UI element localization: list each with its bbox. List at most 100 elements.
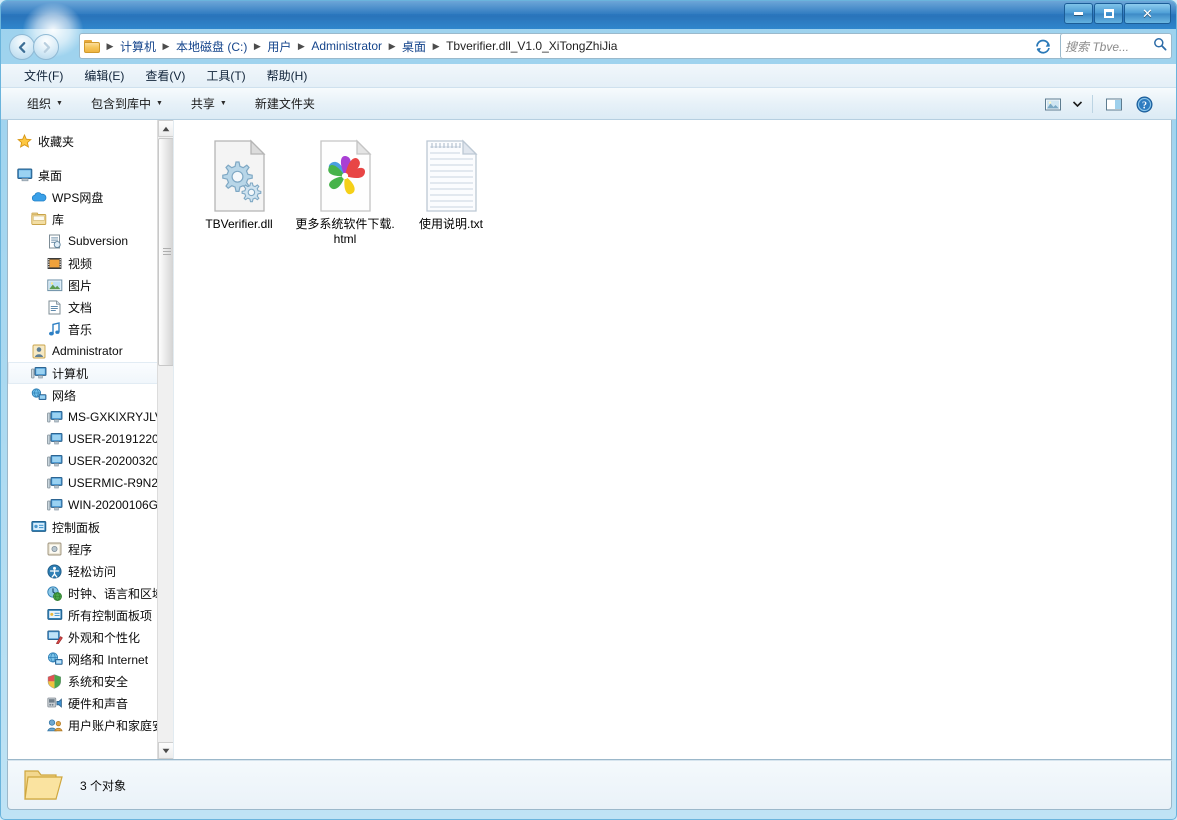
back-button[interactable] [9,34,35,60]
music-icon [46,321,63,337]
dll-gears-icon [207,138,271,214]
sidebar-item-programs[interactable]: 程序 [8,538,173,560]
video-icon [46,255,63,271]
sidebar-item-hardware-sound[interactable]: 硬件和声音 [8,692,173,714]
sidebar-item-computer[interactable]: 计算机 [8,362,173,384]
system-security-icon [46,673,63,689]
file-item[interactable]: 更多系统软件下载.html [292,134,398,253]
sidebar-item-label: 网络 [52,388,77,403]
sidebar-item-documents[interactable]: 文档 [8,296,173,318]
chevron-down-icon: ▼ [219,100,227,107]
sidebar-item-favorites[interactable]: 收藏夹 [8,130,173,152]
breadcrumb-separator[interactable]: ▶ [160,41,172,52]
sidebar-item-pictures[interactable]: 图片 [8,274,173,296]
file-item[interactable]: TBVerifier.dll [186,134,292,253]
text-file-icon [419,138,483,214]
preview-pane-button[interactable] [1100,92,1128,116]
address-bar[interactable]: ▶ 计算机 ▶ 本地磁盘 (C:) ▶ 用户 ▶ Administrator ▶… [79,33,1086,59]
breadcrumb: ▶ 计算机 ▶ 本地磁盘 (C:) ▶ 用户 ▶ Administrator ▶… [80,36,1066,57]
sidebar-item-all-control-panel-items[interactable]: 所有控制面板项 [8,604,173,626]
view-mode-dropdown[interactable] [1069,92,1085,116]
sidebar-item-network-computer[interactable]: USER-20200320U [8,450,173,472]
breadcrumb-item-current-folder[interactable]: Tbverifier.dll_V1.0_XiTongZhiJia [442,37,621,55]
sidebar-scrollbar[interactable] [157,120,173,759]
scroll-up-button[interactable] [158,120,173,137]
search-input[interactable]: 搜索 Tbve... [1060,33,1172,59]
view-mode-button[interactable] [1039,92,1067,116]
control-panel-icon [30,519,47,535]
sidebar-item-label: 视频 [68,256,93,271]
sidebar-item-control-panel[interactable]: 控制面板 [8,516,173,538]
chevron-down-icon: ▼ [155,100,163,107]
chevron-down-icon [1072,101,1082,107]
sidebar-item-subversion[interactable]: Subversion [8,230,173,252]
sidebar-item-system-security[interactable]: 系统和安全 [8,670,173,692]
organize-button[interactable]: 组织 ▼ [19,91,71,116]
sidebar-item-appearance-personalization[interactable]: 外观和个性化 [8,626,173,648]
forward-button[interactable] [33,34,59,60]
menu-edit[interactable]: 编辑(E) [75,64,133,87]
breadcrumb-separator[interactable]: ▶ [386,41,398,52]
scroll-down-button[interactable] [158,742,173,759]
minimize-button[interactable] [1064,3,1093,24]
toolbar-divider [1092,95,1093,113]
include-in-library-label: 包含到库中 [90,97,151,111]
menu-help[interactable]: 帮助(H) [258,64,317,87]
computer-icon [46,431,63,447]
folder-icon [22,765,66,805]
sidebar-item-network-computer[interactable]: USERMIC-R9N2S [8,472,173,494]
close-button[interactable]: ✕ [1124,3,1171,24]
sidebar-item-ease-of-access[interactable]: 轻松访问 [8,560,173,582]
sidebar-item-user-accounts-family-safety[interactable]: 用户账户和家庭安全 [8,714,173,736]
breadcrumb-item-local-disk[interactable]: 本地磁盘 (C:) [172,36,251,57]
menu-view[interactable]: 查看(V) [136,64,194,87]
breadcrumb-separator[interactable]: ▶ [430,41,442,52]
svg-text:?: ? [1142,100,1147,111]
help-button[interactable]: ? [1130,92,1158,116]
maximize-icon [1103,9,1114,18]
breadcrumb-separator[interactable]: ▶ [295,41,307,52]
refresh-button[interactable] [1031,33,1055,59]
include-in-library-button[interactable]: 包含到库中 ▼ [83,91,171,116]
sidebar-item-wps-cloud[interactable]: WPS网盘 [8,186,173,208]
breadcrumb-item-administrator[interactable]: Administrator [307,37,386,55]
new-folder-button[interactable]: 新建文件夹 [247,91,323,116]
sidebar-item-network-computer[interactable]: WIN-20200106G [8,494,173,516]
maximize-button[interactable] [1094,3,1123,24]
computer-icon [46,409,63,425]
refresh-icon [1035,39,1050,54]
menu-tools[interactable]: 工具(T) [197,64,254,87]
breadcrumb-item-computer[interactable]: 计算机 [116,36,160,57]
menu-bar: 文件(F) 编辑(E) 查看(V) 工具(T) 帮助(H) [1,64,1176,88]
breadcrumb-separator[interactable]: ▶ [104,41,116,52]
status-bar: 3 个对象 [7,760,1172,810]
breadcrumb-item-desktop[interactable]: 桌面 [398,36,430,57]
sidebar-item-network-computer[interactable]: USER-20191220I [8,428,173,450]
sidebar-item-label: 文档 [68,300,93,315]
sidebar-item-videos[interactable]: 视频 [8,252,173,274]
file-item[interactable]: 使用说明.txt [398,134,504,253]
sidebar-item-network[interactable]: 网络 [8,384,173,406]
file-list-pane[interactable]: TBVerifier.dll 更多系统软件下载.html 使用说明.txt [174,120,1171,759]
sidebar-item-music[interactable]: 音乐 [8,318,173,340]
appearance-icon [46,629,63,645]
subversion-icon [46,233,63,249]
file-grid: TBVerifier.dll 更多系统软件下载.html 使用说明.txt [186,134,1171,259]
sidebar-item-libraries[interactable]: 库 [8,208,173,230]
sidebar-item-network-computer[interactable]: MS-GXKIXRYJLV [8,406,173,428]
menu-file[interactable]: 文件(F) [15,64,72,87]
sidebar-item-network-internet[interactable]: 网络和 Internet [8,648,173,670]
help-icon: ? [1136,96,1152,112]
sidebar-item-administrator[interactable]: Administrator [8,340,173,362]
navigation-pane: 收藏夹 桌面 WPS网盘 库 Subversion 视频 图片 文档 音乐 Ad… [8,120,174,759]
sidebar-item-label: 硬件和声音 [68,696,129,711]
sidebar-item-desktop[interactable]: 桌面 [8,164,173,186]
sidebar-item-label: 图片 [68,278,93,293]
sidebar-item-clock-language-region[interactable]: 时钟、语言和区域 [8,582,173,604]
breadcrumb-item-users[interactable]: 用户 [263,36,295,57]
chevron-down-icon: ▼ [56,100,63,107]
title-bar[interactable]: ✕ [1,1,1176,29]
scrollbar-thumb[interactable] [158,138,173,366]
breadcrumb-separator[interactable]: ▶ [251,41,263,52]
share-button[interactable]: 共享 ▼ [183,91,235,116]
